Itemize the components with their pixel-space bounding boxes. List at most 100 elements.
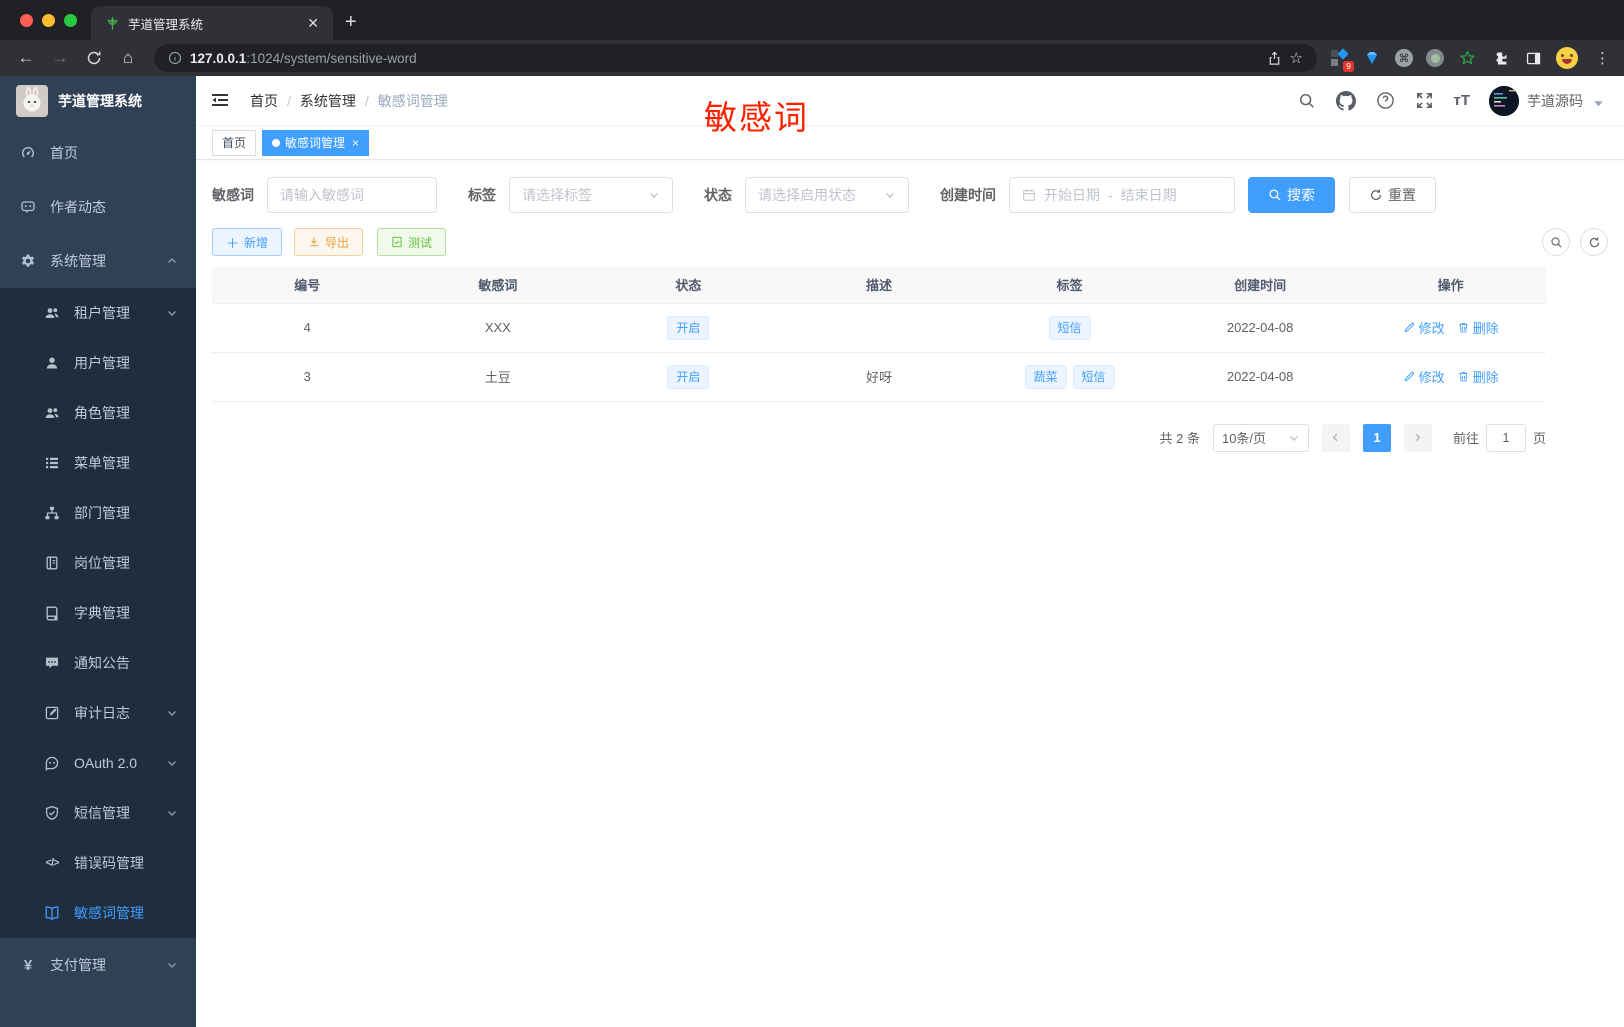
next-page-button[interactable] [1403, 423, 1432, 452]
sidebar-item-oauth[interactable]: OAuth 2.0 [0, 738, 196, 788]
home-button[interactable]: ⌂ [114, 44, 142, 72]
extension-star-icon[interactable] [1457, 48, 1477, 68]
edit-link[interactable]: 修改 [1403, 367, 1445, 386]
breadcrumb-home[interactable]: 首页 [250, 91, 278, 111]
extension-gem-icon[interactable] [1362, 48, 1382, 68]
sidebar-item-audit[interactable]: 审计日志 [0, 688, 196, 738]
share-icon[interactable] [1267, 50, 1282, 66]
delete-link[interactable]: 删除 [1457, 318, 1499, 337]
header-search-icon[interactable] [1297, 91, 1317, 111]
status-select[interactable]: 请选择启用状态 [745, 177, 909, 213]
date-range-picker[interactable]: 开始日期 - 结束日期 [1009, 177, 1235, 213]
app-logo[interactable]: 芋道管理系统 [0, 76, 196, 126]
sidebar-item-label: 菜单管理 [74, 455, 130, 471]
site-info-icon[interactable] [168, 51, 182, 65]
bookmark-star-icon[interactable]: ☆ [1290, 49, 1303, 67]
extension-command-icon[interactable]: ⌘ [1395, 49, 1413, 67]
browser-toolbar: ← → ⌂ 127.0.0.1:1024/system/sensitive-wo… [0, 40, 1624, 76]
sidebar-item-errorcode[interactable]: </> 错误码管理 [0, 838, 196, 888]
browser-menu-icon[interactable]: ⋮ [1591, 49, 1610, 67]
sidebar-item-menu[interactable]: 菜单管理 [0, 438, 196, 488]
address-bar[interactable]: 127.0.0.1:1024/system/sensitive-word ☆ [154, 44, 1317, 72]
tag-view-0[interactable]: 首页 [212, 129, 257, 156]
url-text: 127.0.0.1:1024/system/sensitive-word [190, 50, 417, 66]
sidebar-collapse-icon[interactable] [210, 90, 232, 112]
calendar-icon [1022, 188, 1036, 202]
extensions-puzzle-icon[interactable] [1490, 48, 1510, 68]
sidebar-item-role[interactable]: 角色管理 [0, 388, 196, 438]
fullscreen-icon[interactable] [1414, 91, 1434, 111]
sidebar-item-tenant[interactable]: 租户管理 [0, 288, 196, 338]
cell-id: 4 [212, 303, 403, 353]
sidebar-item-dashboard[interactable]: 首页 [0, 126, 196, 180]
sidebar-item-sms[interactable]: 短信管理 [0, 788, 196, 838]
page-number-button[interactable]: 1 [1362, 423, 1391, 452]
back-button[interactable]: ← [12, 44, 40, 72]
refresh-icon[interactable] [1580, 228, 1608, 256]
breadcrumb-system[interactable]: 系统管理 [300, 91, 356, 111]
toggle-search-icon[interactable] [1542, 228, 1570, 256]
cell-status: 开启 [593, 303, 784, 353]
menu-icon [44, 455, 60, 471]
browser-profile-avatar[interactable] [1556, 47, 1578, 69]
sidebar-item-dept[interactable]: 部门管理 [0, 488, 196, 538]
tab-close-icon[interactable]: ✕ [303, 15, 323, 32]
column-header: 创建时间 [1164, 267, 1356, 304]
extension-record-icon[interactable] [1426, 49, 1444, 67]
export-button[interactable]: 导出 [294, 228, 364, 256]
forward-button[interactable]: → [46, 44, 74, 72]
new-tab-button[interactable]: + [345, 11, 357, 34]
page-size-select[interactable]: 10条/页 [1212, 423, 1309, 452]
github-icon[interactable] [1336, 90, 1357, 111]
tag-view-active[interactable]: 敏感词管理 × [262, 129, 370, 156]
add-button[interactable]: ＋ 新增 [212, 228, 283, 256]
zoom-window-button[interactable] [64, 13, 77, 27]
tag-select[interactable]: 请选择标签 [509, 177, 673, 213]
status-label: 状态 [704, 187, 732, 203]
sidebar-item-gear[interactable]: 系统管理 [0, 234, 196, 288]
sidebar-item-dict[interactable]: 字典管理 [0, 588, 196, 638]
extension-grid-icon[interactable]: 9 [1329, 48, 1354, 72]
pay-icon: ¥ [23, 956, 33, 974]
test-button[interactable]: 测试 [377, 228, 447, 256]
font-size-icon[interactable]: тT [1453, 92, 1470, 109]
delete-link[interactable]: 删除 [1457, 367, 1499, 386]
dept-icon [44, 505, 60, 521]
sidebar-item-author[interactable]: 作者动态 [0, 180, 196, 234]
keyword-input[interactable] [280, 187, 424, 203]
chevron-down-icon [166, 757, 178, 769]
create-time-label: 创建时间 [940, 187, 996, 203]
keyword-label: 敏感词 [212, 187, 254, 203]
cell-word: 土豆 [402, 352, 594, 402]
sidebar-item-pay[interactable]: ¥ 支付管理 [0, 938, 196, 992]
close-window-button[interactable] [20, 13, 33, 27]
chevron-down-icon [884, 189, 896, 201]
help-icon[interactable] [1375, 91, 1395, 111]
cell-status: 开启 [593, 352, 784, 402]
sidebar-item-notice[interactable]: 通知公告 [0, 638, 196, 688]
prev-page-button[interactable] [1321, 423, 1350, 452]
goto-page-input[interactable] [1485, 423, 1526, 452]
minimize-window-button[interactable] [42, 13, 55, 27]
sidebar-item-label: 审计日志 [74, 705, 130, 721]
side-panel-icon[interactable] [1523, 48, 1543, 68]
search-button[interactable]: 搜索 [1248, 177, 1335, 213]
errorcode-icon: </> [45, 857, 60, 869]
sidebar-item-label: 支付管理 [50, 957, 106, 973]
cell-description [783, 303, 975, 353]
start-date-placeholder: 开始日期 [1044, 187, 1100, 203]
breadcrumb-separator: / [364, 92, 369, 109]
browser-tab[interactable]: 芋道管理系统 ✕ [91, 6, 333, 40]
reload-button[interactable] [80, 44, 108, 72]
tab-title: 芋道管理系统 [128, 17, 204, 32]
sidebar-item-user[interactable]: 用户管理 [0, 338, 196, 388]
user-menu[interactable]: 芋道源码 [1489, 85, 1604, 116]
close-icon[interactable]: × [352, 136, 359, 150]
sidebar-item-sensitive-word[interactable]: 敏感词管理 [0, 888, 196, 938]
edit-link[interactable]: 修改 [1403, 318, 1445, 337]
tag-chip: 蔬菜 [1024, 364, 1067, 389]
cell-create-time: 2022-04-08 [1164, 352, 1356, 402]
sidebar-item-post[interactable]: 岗位管理 [0, 538, 196, 588]
reset-button[interactable]: 重置 [1349, 177, 1436, 213]
column-header: 标签 [974, 267, 1165, 304]
